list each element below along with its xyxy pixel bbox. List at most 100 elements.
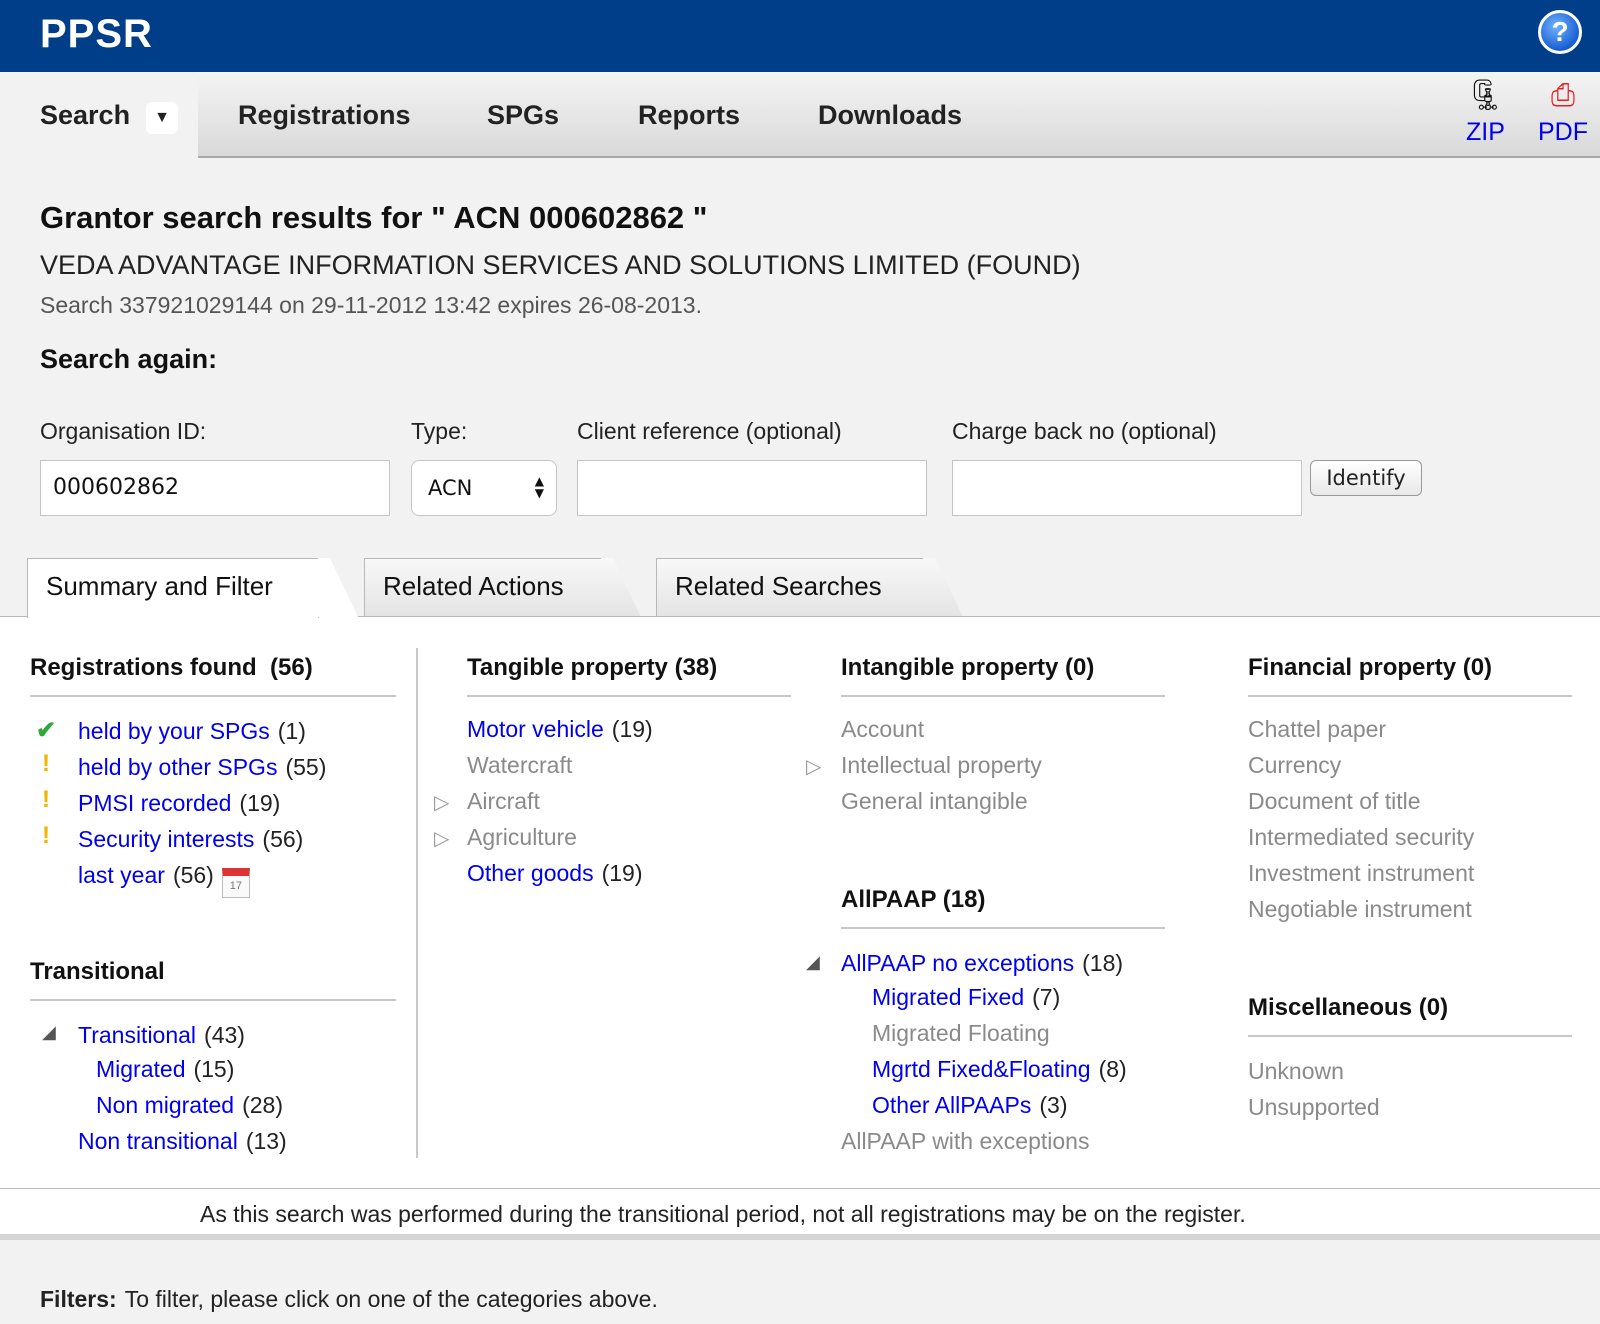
calendar-icon[interactable]: 17 — [221, 868, 250, 898]
item-count: (56) — [172, 862, 214, 888]
migrated-link[interactable]: Migrated — [96, 1056, 185, 1082]
transitional-notice: As this search was performed during the … — [0, 1188, 1600, 1240]
security-interests-link[interactable]: Security interests — [78, 826, 254, 852]
item-count: (15) — [193, 1056, 235, 1082]
pmsi-recorded-link[interactable]: PMSI recorded — [78, 790, 231, 816]
allpaap-heading: AllPAAP (18) — [841, 886, 986, 913]
divider — [1248, 1035, 1572, 1037]
tab-summary-filter[interactable]: Summary and Filter — [27, 558, 319, 618]
tab-related-searches[interactable]: Related Searches — [656, 558, 924, 616]
nav-reports[interactable]: Reports — [638, 100, 740, 131]
migrated-fixed-link[interactable]: Migrated Fixed — [872, 984, 1024, 1010]
allpaap-no-exceptions-link[interactable]: AllPAAP no exceptions — [841, 950, 1074, 976]
nav-search-tab[interactable]: Search ▼ — [0, 72, 198, 158]
zip-download[interactable]: 🗜 ZIP — [1466, 78, 1505, 147]
expand-triangle-icon[interactable]: ▷ — [434, 790, 449, 815]
item-count: (28) — [242, 1092, 283, 1118]
intangible-heading: Intangible property (0) — [841, 654, 1095, 681]
nav-registrations[interactable]: Registrations — [238, 100, 411, 131]
expand-triangle-icon[interactable]: ◢ — [806, 952, 820, 973]
select-arrows-icon: ▲ ▼ — [534, 474, 544, 500]
type-select-value: ACN — [428, 476, 473, 500]
transitional-link[interactable]: Transitional — [78, 1022, 196, 1048]
filters-text: To filter, please click on one of the ca… — [124, 1286, 658, 1312]
item-count: (7) — [1032, 984, 1061, 1010]
chattel-paper-item: Chattel paper — [1248, 716, 1387, 742]
motor-vehicle-link[interactable]: Motor vehicle — [467, 716, 604, 742]
client-ref-label: Client reference (optional) — [577, 418, 842, 444]
list-item[interactable]: held by other SPGs (55) — [78, 754, 326, 781]
item-count: (56) — [262, 826, 304, 852]
help-icon[interactable]: ? — [1538, 10, 1582, 54]
unknown-item: Unknown — [1248, 1058, 1344, 1084]
nav-spgs[interactable]: SPGs — [487, 100, 559, 131]
item-count: (8) — [1098, 1056, 1127, 1082]
expand-triangle-icon[interactable]: ▷ — [806, 754, 821, 779]
list-item[interactable]: Transitional (43) — [78, 1022, 245, 1049]
nav-downloads[interactable]: Downloads — [818, 100, 962, 131]
document-of-title-item: Document of title — [1248, 788, 1421, 814]
list-item[interactable]: Security interests (56) — [78, 826, 303, 853]
item-count: (55) — [285, 754, 327, 780]
other-allpaaps-link[interactable]: Other AllPAAPs — [872, 1092, 1031, 1118]
type-label: Type: — [411, 418, 468, 444]
type-select[interactable]: ACN ▲ ▼ — [411, 460, 557, 516]
list-item[interactable]: Other goods (19) — [467, 860, 643, 887]
pdf-label[interactable]: PDF — [1538, 118, 1588, 147]
pdf-file-icon: ⎙ — [1551, 79, 1575, 112]
expand-triangle-icon[interactable]: ◢ — [42, 1022, 56, 1043]
list-item[interactable]: Motor vehicle (19) — [467, 716, 653, 743]
tab-related-actions[interactable]: Related Actions — [364, 558, 602, 616]
page-title: Grantor search results for " ACN 0006028… — [40, 200, 708, 235]
list-item[interactable]: held by your SPGs (1) — [78, 718, 306, 745]
warning-icon: ! — [42, 750, 50, 777]
list-item[interactable]: AllPAAP no exceptions (18) — [841, 950, 1123, 977]
zip-label[interactable]: ZIP — [1466, 118, 1505, 147]
main-nav: Search ▼ Registrations SPGs Reports Down… — [0, 72, 1600, 158]
pdf-download[interactable]: ⎙ PDF — [1538, 78, 1588, 147]
chevron-down-icon[interactable]: ▼ — [146, 102, 178, 134]
mgrtd-fixed-floating-link[interactable]: Mgrtd Fixed&Floating — [872, 1056, 1091, 1082]
aircraft-item: Aircraft — [467, 788, 540, 814]
investment-instrument-item: Investment instrument — [1248, 860, 1475, 886]
held-by-other-spgs-link[interactable]: held by other SPGs — [78, 754, 277, 780]
non-migrated-link[interactable]: Non migrated — [96, 1092, 234, 1118]
divider — [841, 927, 1165, 929]
list-item[interactable]: PMSI recorded (19) — [78, 790, 280, 817]
item-count: (43) — [204, 1022, 245, 1048]
org-id-input[interactable]: 000602862 — [40, 460, 390, 516]
search-again-heading: Search again: — [40, 344, 218, 374]
expand-triangle-icon[interactable]: ▷ — [434, 826, 449, 851]
list-item[interactable]: last year (56) 17 — [78, 862, 250, 898]
list-item[interactable]: Other AllPAAPs (3) — [872, 1092, 1068, 1119]
identify-button[interactable]: Identify — [1310, 460, 1422, 496]
top-bar: PPSR ? — [0, 0, 1600, 72]
allpaap-with-exceptions-item: AllPAAP with exceptions — [841, 1128, 1090, 1154]
list-item[interactable]: Migrated (15) — [96, 1056, 234, 1083]
negotiable-instrument-item: Negotiable instrument — [1248, 896, 1472, 922]
last-year-link[interactable]: last year — [78, 862, 165, 888]
other-goods-link[interactable]: Other goods — [467, 860, 594, 886]
column-divider — [416, 648, 418, 1158]
nav-search[interactable]: Search — [40, 100, 130, 131]
divider — [30, 695, 396, 697]
account-item: Account — [841, 716, 925, 742]
warning-icon: ! — [42, 822, 50, 849]
non-transitional-link[interactable]: Non transitional — [78, 1128, 238, 1154]
watercraft-item: Watercraft — [467, 752, 573, 778]
item-count: (19) — [611, 716, 653, 742]
list-item[interactable]: Non transitional (13) — [78, 1128, 287, 1155]
entity-name: VEDA ADVANTAGE INFORMATION SERVICES AND … — [40, 250, 1081, 280]
held-by-your-spgs-link[interactable]: held by your SPGs — [78, 718, 270, 744]
charge-back-input[interactable] — [952, 460, 1302, 516]
divider — [841, 695, 1165, 697]
migrated-floating-item: Migrated Floating — [872, 1020, 1050, 1046]
client-ref-input[interactable] — [577, 460, 927, 516]
list-item[interactable]: Migrated Fixed (7) — [872, 984, 1060, 1011]
list-item[interactable]: Non migrated (28) — [96, 1092, 283, 1119]
filters-label: Filters: — [40, 1286, 117, 1312]
financial-heading: Financial property (0) — [1248, 654, 1493, 681]
charge-back-label: Charge back no (optional) — [952, 418, 1217, 444]
list-item[interactable]: Mgrtd Fixed&Floating (8) — [872, 1056, 1127, 1083]
item-count: (3) — [1039, 1092, 1068, 1118]
